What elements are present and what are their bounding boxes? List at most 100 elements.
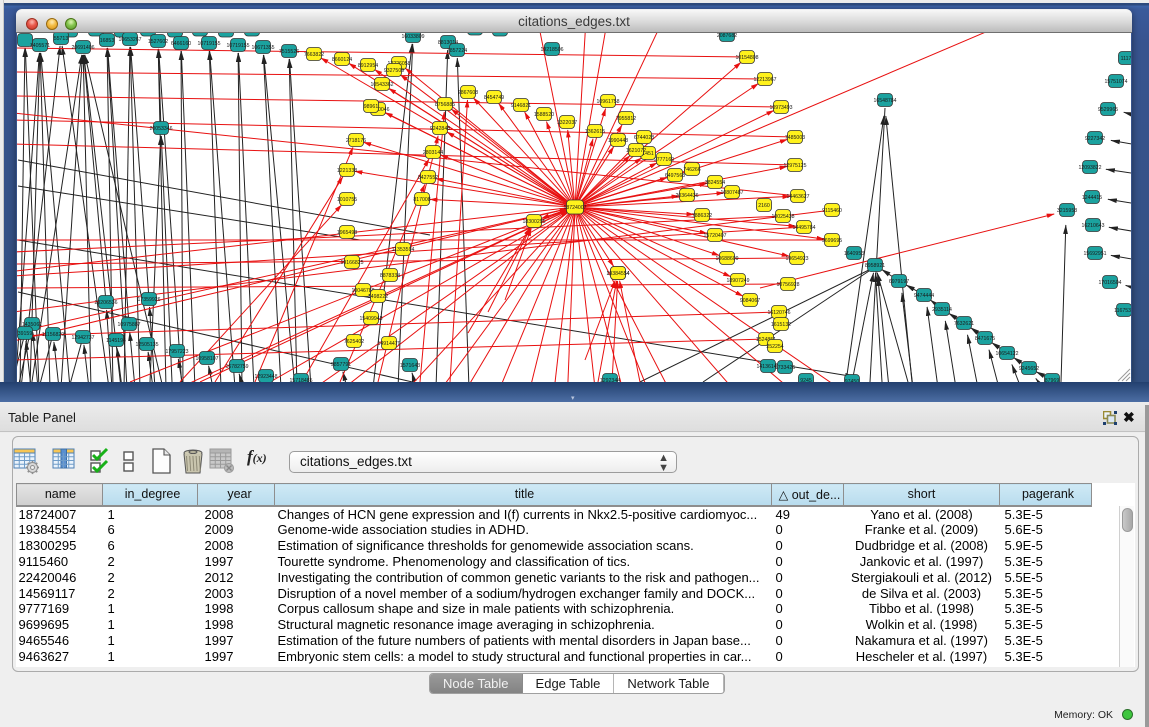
svg-text:2087682: 2087682 [717,33,737,39]
svg-text:19166825: 19166825 [340,260,363,266]
svg-text:8454749: 8454749 [484,95,504,101]
svg-text:17359926: 17359926 [137,297,160,303]
svg-text:2935114: 2935114 [932,307,952,313]
svg-text:39159: 39159 [18,331,33,337]
svg-text:817008: 817008 [413,197,430,203]
svg-text:10688609: 10688609 [715,256,738,262]
svg-text:17957223: 17957223 [165,349,188,355]
svg-text:12975125: 12975125 [783,163,806,169]
svg-text:12923448: 12923448 [254,374,277,380]
svg-text:1588520: 1588520 [534,112,554,118]
svg-text:6466160: 6466160 [171,41,191,47]
svg-text:10961758: 10961758 [596,99,619,105]
svg-text:10671355: 10671355 [251,45,274,51]
svg-text:1640953: 1640953 [844,251,864,257]
svg-text:252254: 252254 [766,344,783,350]
svg-text:12942737: 12942737 [71,335,94,341]
svg-text:9529965: 9529965 [1098,107,1118,113]
svg-text:8427552: 8427552 [418,175,438,181]
svg-text:7515526: 7515526 [279,49,299,55]
svg-text:10975887: 10975887 [117,322,140,328]
svg-text:15692951: 15692951 [1083,251,1106,257]
svg-text:16033809: 16033809 [401,34,424,40]
svg-text:16853: 16853 [100,38,115,44]
svg-text:1965498: 1965498 [337,230,357,236]
svg-text:6497568: 6497568 [665,173,685,179]
svg-text:17016504: 17016504 [1098,280,1121,286]
svg-text:9146821: 9146821 [511,103,531,109]
svg-text:746266: 746266 [683,167,700,173]
svg-text:8958921: 8958921 [865,263,885,269]
svg-text:9327509: 9327509 [384,68,404,74]
svg-text:1621072: 1621072 [626,148,646,154]
svg-text:18300295: 18300295 [522,219,545,225]
svg-text:14463627: 14463627 [786,194,809,200]
svg-text:1010755: 1010755 [337,197,357,203]
svg-text:10719155: 10719155 [197,41,220,47]
svg-text:2160: 2160 [758,203,770,209]
svg-text:10154808: 10154808 [735,55,758,61]
svg-text:1244415: 1244415 [1082,195,1102,201]
svg-text:18907249: 18907249 [726,278,749,284]
svg-text:1322037: 1322037 [557,120,577,126]
svg-text:2718176: 2718176 [346,138,366,144]
svg-text:10653267: 10653267 [118,37,141,43]
svg-text:1498222: 1498222 [368,294,388,300]
svg-text:14914479: 14914479 [377,341,400,347]
svg-text:10958107: 10958107 [195,356,218,362]
svg-text:2867608: 2867608 [458,90,478,96]
svg-text:10654122: 10654122 [995,351,1018,357]
svg-text:19384554: 19384554 [606,271,629,277]
svg-text:12093822: 12093822 [1078,165,1101,171]
svg-text:15751074: 15751074 [1104,79,1127,85]
svg-text:15720407: 15720407 [703,233,726,239]
svg-text:7955812: 7955812 [616,116,636,122]
svg-text:16548784: 16548784 [873,98,896,104]
svg-text:7485003: 7485003 [785,135,805,141]
svg-text:10807487: 10807487 [720,190,743,196]
svg-text:98961: 98961 [364,104,379,110]
svg-text:1167534: 1167534 [1114,308,1131,314]
svg-text:55713: 55713 [54,36,69,42]
svg-text:8878334: 8878334 [380,273,400,279]
svg-text:9245652: 9245652 [1019,366,1039,372]
svg-text:1405571: 1405571 [30,43,50,49]
svg-text:10756928: 10756928 [776,282,799,288]
svg-text:1362615: 1362615 [585,129,605,135]
svg-text:11156829: 11156829 [42,332,64,338]
svg-text:16782759: 16782759 [225,364,248,370]
svg-text:15409948: 15409948 [359,316,382,322]
svg-text:9115460: 9115460 [822,208,842,214]
svg-text:16210643: 16210643 [1081,223,1104,229]
svg-text:7632621: 7632621 [954,321,974,327]
svg-text:7857224: 7857224 [447,48,467,54]
svg-text:10025438: 10025438 [771,214,794,220]
svg-text:20053346: 20053346 [149,126,172,132]
svg-text:20691406: 20691406 [71,45,94,51]
svg-text:9699695: 9699695 [822,238,842,244]
svg-text:9242848: 9242848 [430,126,450,132]
svg-text:1527602: 1527602 [148,39,168,45]
svg-text:1990448: 1990448 [608,138,628,144]
svg-text:1615132: 1615132 [771,322,791,328]
svg-text:3215958: 3215958 [1057,208,1077,214]
svg-text:20364436: 20364436 [675,193,698,199]
svg-text:3824554: 3824554 [705,180,725,186]
svg-text:10719155: 10719155 [226,43,249,49]
svg-text:1221338: 1221338 [337,168,357,174]
svg-text:9777169: 9777169 [654,157,674,163]
svg-text:7625402: 7625402 [344,339,364,345]
svg-text:10543362: 10543362 [370,82,393,88]
svg-text:8660124: 8660124 [332,57,352,63]
svg-text:1571643: 1571643 [400,363,420,369]
svg-text:9474444: 9474444 [914,293,934,299]
svg-text:19218506: 19218506 [540,47,563,53]
svg-text:12505135: 12505135 [135,342,158,348]
svg-text:14495784: 14495784 [792,225,815,231]
svg-text:1145194: 1145194 [106,338,126,344]
svg-text:9084067: 9084067 [740,298,760,304]
svg-text:9857791: 9857791 [331,362,351,368]
svg-text:10973493: 10973493 [769,105,792,111]
svg-text:16120746: 16120746 [767,310,790,316]
svg-text:1733426: 1733426 [775,365,795,371]
